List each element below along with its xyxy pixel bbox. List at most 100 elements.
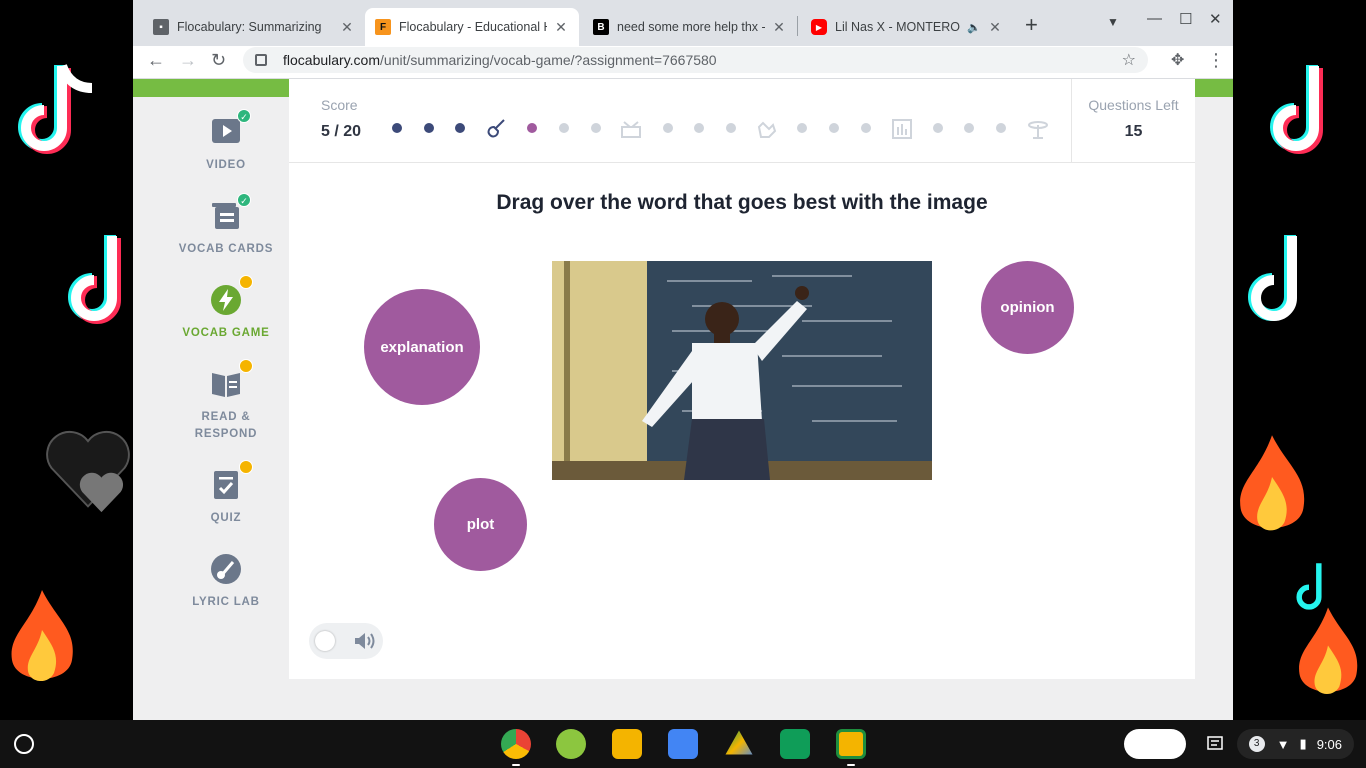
battery-icon: ▮	[1299, 736, 1307, 751]
close-tab-icon[interactable]: ✕	[553, 19, 569, 36]
vocab-cards-icon: ✓	[209, 193, 251, 233]
os-shelf: 3 ▼ ▮ 9:06	[0, 720, 1366, 768]
guitar-icon	[487, 119, 505, 138]
game-prompt: Drag over the word that goes best with t…	[496, 191, 988, 214]
browser-toolbar: ← → ↻ flocabulary.com/unit/summarizing/v…	[133, 46, 1233, 79]
lightning-icon	[209, 275, 253, 317]
questions-left-value: 15	[1124, 123, 1143, 140]
running-indicator	[847, 764, 855, 766]
fire-icon	[1299, 607, 1358, 695]
game-panel: Score 5 / 20 Questions Left 15 Drag over…	[289, 79, 1195, 679]
tab-title: need some more help thx - Br	[617, 20, 765, 34]
sidebar-corner	[133, 97, 289, 117]
progress-dot	[726, 123, 736, 133]
progress-dot	[392, 123, 402, 133]
notification-count: 3	[1248, 736, 1265, 752]
pending-dot-icon	[239, 460, 253, 474]
extensions-icon[interactable]: ✥	[1171, 50, 1184, 70]
wifi-icon: ▼	[1276, 736, 1290, 752]
tab-title: Lil Nas X - MONTERO (Ca	[835, 20, 963, 34]
tab-flocabulary[interactable]: F Flocabulary - Educational Hi ✕	[365, 8, 579, 46]
url-path: /unit/summarizing/vocab-game/?assignment…	[380, 52, 717, 68]
forward-icon[interactable]: →	[179, 50, 197, 71]
questions-left-box: Questions Left 15	[1071, 79, 1195, 163]
word-bubble-explanation[interactable]: explanation	[364, 289, 480, 405]
browser-window: ▪ Flocabulary: Summarizing ✕ F Flocabula…	[133, 0, 1233, 720]
tab-strip: ▪ Flocabulary: Summarizing ✕ F Flocabula…	[133, 0, 1233, 46]
tab-title: Flocabulary - Educational Hi	[399, 20, 547, 34]
stylus-tools-icon[interactable]	[1124, 729, 1186, 759]
progress-dot	[559, 123, 569, 133]
progress-dot	[933, 123, 943, 133]
score-value: 5 / 20	[321, 123, 362, 140]
word-bubble-plot[interactable]: plot	[434, 478, 527, 571]
progress-dot-current	[527, 123, 537, 133]
tab-search-icon[interactable]: ▼	[1107, 15, 1119, 29]
docs-app-icon[interactable]	[668, 729, 698, 759]
sheets-app-icon[interactable]	[780, 729, 810, 759]
audio-playing-icon[interactable]: 🔈	[967, 21, 981, 34]
tab-classroom[interactable]: ▪ Flocabulary: Summarizing ✕	[143, 8, 365, 46]
reload-icon[interactable]: ↻	[211, 50, 226, 71]
drive-app-icon[interactable]	[725, 730, 753, 755]
complete-check-icon: ✓	[237, 193, 251, 207]
fire-icon	[11, 590, 73, 682]
video-icon: ✓	[209, 109, 251, 149]
clapping-hands-icon	[757, 121, 777, 138]
tab-separator	[797, 16, 798, 36]
close-tab-icon[interactable]: ✕	[771, 19, 787, 36]
close-window-icon[interactable]: ✕	[1209, 10, 1222, 28]
score-label: Score	[321, 97, 358, 113]
teacher-chalkboard-image	[552, 261, 932, 480]
progress-dot	[861, 123, 871, 133]
back-icon[interactable]: ←	[147, 50, 165, 71]
maximize-icon[interactable]: ☐	[1179, 10, 1192, 28]
launcher-icon[interactable]	[14, 734, 34, 754]
menu-icon[interactable]: ⋮	[1207, 50, 1225, 71]
close-tab-icon[interactable]: ✕	[987, 19, 1003, 36]
flocabulary-page: ✓ VIDEO ✓ VOCAB CARDS VOCAB GAME READ & R…	[133, 79, 1233, 720]
clipboard-icon[interactable]	[1206, 734, 1224, 752]
tiktok-logo-icon	[1270, 65, 1323, 154]
status-tray[interactable]: 3 ▼ ▮ 9:06	[1236, 729, 1354, 759]
classroom-icon: ▪	[153, 19, 169, 35]
tiktok-logo-icon	[1248, 235, 1297, 321]
complete-check-icon: ✓	[237, 109, 251, 123]
new-tab-button[interactable]: +	[1025, 12, 1038, 38]
ixl-app-icon[interactable]	[556, 729, 586, 759]
sidebar-label-line-1: READ &	[201, 411, 251, 423]
black-heart-icon	[46, 430, 130, 513]
tab-brainly[interactable]: B need some more help thx - Br ✕	[583, 8, 797, 46]
progress-dot	[964, 123, 974, 133]
pending-dot-icon	[239, 359, 253, 373]
tiktok-logo-icon	[18, 64, 93, 154]
url-host: flocabulary.com	[283, 52, 381, 68]
speaker-icon	[355, 633, 375, 649]
minimize-icon[interactable]: —	[1147, 10, 1162, 27]
sound-toggle[interactable]	[309, 623, 383, 659]
progress-dot	[424, 123, 434, 133]
flocabulary-icon: F	[375, 19, 391, 35]
progress-dot	[829, 123, 839, 133]
sidebar-label-line-2: RESPOND	[194, 428, 258, 440]
close-tab-icon[interactable]: ✕	[339, 19, 355, 36]
cymbal-icon	[1028, 121, 1048, 139]
slides-app-icon[interactable]	[612, 729, 642, 759]
classroom-app-icon[interactable]	[836, 729, 866, 759]
address-bar[interactable]: flocabulary.com/unit/summarizing/vocab-g…	[243, 47, 1148, 73]
chrome-app-icon[interactable]	[501, 729, 531, 759]
progress-dot	[663, 123, 673, 133]
book-icon	[209, 359, 253, 401]
progress-dot	[996, 123, 1006, 133]
score-bar: Score 5 / 20 Questions Left 15	[289, 79, 1195, 163]
bookmark-star-icon[interactable]: ☆	[1122, 50, 1136, 70]
pending-dot-icon	[239, 275, 253, 289]
drum-icon	[621, 121, 641, 138]
progress-dot	[455, 123, 465, 133]
tab-youtube[interactable]: ▶ Lil Nas X - MONTERO (Ca 🔈 ✕	[801, 8, 1013, 46]
clock: 9:06	[1316, 736, 1342, 752]
running-indicator	[512, 764, 520, 766]
fire-icon	[1240, 435, 1305, 531]
word-bubble-opinion[interactable]: opinion	[981, 261, 1074, 354]
progress-dot	[797, 123, 807, 133]
